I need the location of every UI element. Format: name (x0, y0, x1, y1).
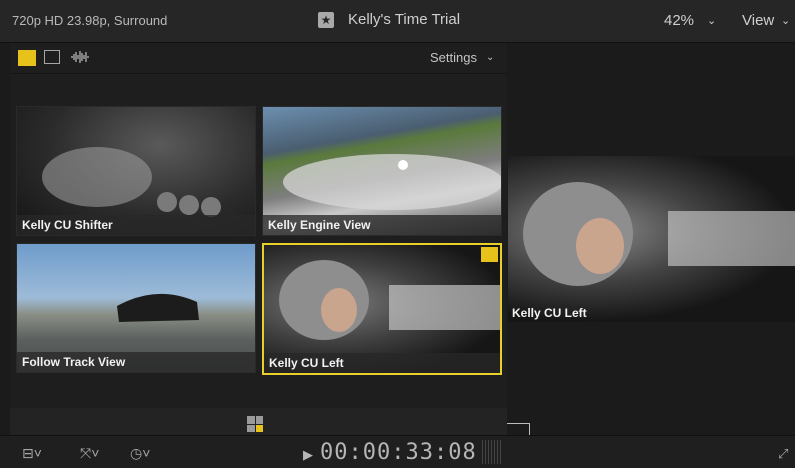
viewer-topbar: 720p HD 23.98p, Surround ★ Kelly's Time … (0, 0, 795, 43)
project-title: Kelly's Time Trial (348, 11, 461, 28)
view-menu[interactable]: View (742, 12, 774, 29)
angle-thumbnail (279, 260, 500, 340)
angle-thumbnail (117, 293, 199, 322)
star-icon: ★ (318, 11, 334, 28)
transform-icon[interactable]: ⤧˅ (80, 445, 99, 462)
viewer-image (523, 182, 795, 286)
audio-video-icon (481, 247, 498, 262)
main-viewer: Kelly CU Left (508, 43, 795, 408)
chevron-down-icon[interactable]: ⌄ (707, 14, 716, 27)
audio-meter (482, 440, 502, 464)
angle-label: Kelly Engine View (263, 215, 501, 235)
chevron-down-icon[interactable]: ⌄ (781, 14, 790, 27)
angle-label: Kelly CU Shifter (17, 215, 255, 235)
clip-label: Kelly CU Left (512, 306, 587, 320)
audio-video-icon[interactable] (18, 50, 36, 66)
viewer-frame: Kelly CU Left (508, 156, 795, 322)
angle-tile[interactable]: Kelly CU Shifter (16, 106, 256, 236)
angle-viewer-header: Settings ⌄ (10, 43, 507, 74)
angle-label: Follow Track View (17, 352, 255, 372)
angle-tile[interactable]: Kelly Engine View (262, 106, 502, 236)
zoom-level[interactable]: 42% (664, 12, 694, 29)
chevron-down-icon[interactable]: ⌄ (486, 52, 494, 63)
transport-bar: ⊟˅ ⤧˅ ◷˅ ▶ 00:00:33:08 ⤢ (0, 435, 795, 468)
waveform-icon[interactable] (70, 50, 90, 64)
clip-appearance-icon[interactable]: ⊟˅ (22, 445, 42, 462)
project-format: 720p HD 23.98p, Surround (12, 13, 168, 28)
angle-tile-active[interactable]: Kelly CU Left (262, 243, 502, 375)
angle-thumbnail (283, 154, 501, 210)
play-button[interactable]: ▶ (303, 447, 313, 463)
speed-icon[interactable]: ◷˅ (130, 445, 150, 462)
video-icon[interactable] (44, 50, 60, 64)
grid-icon[interactable] (247, 416, 263, 432)
timecode-display[interactable]: 00:00:33:08 (320, 440, 477, 465)
fullscreen-icon[interactable]: ⤢ (778, 446, 788, 462)
angle-tile[interactable]: Follow Track View (16, 243, 256, 373)
settings-menu[interactable]: Settings (430, 50, 477, 65)
angle-label: Kelly CU Left (264, 353, 500, 373)
angle-thumbnail (42, 147, 221, 217)
title-group: ★ Kelly's Time Trial (318, 11, 460, 28)
